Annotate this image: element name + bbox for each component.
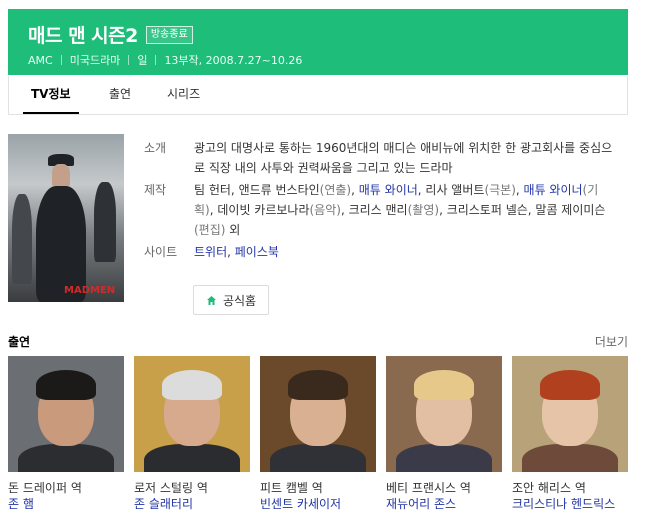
poster-face: [52, 164, 70, 186]
site-links: 트위터, 페이스북: [194, 242, 614, 262]
cast-photo[interactable]: [386, 356, 502, 472]
meta-day: 일: [137, 54, 148, 67]
credit-link[interactable]: 매튜 와이너: [359, 183, 418, 197]
poster-image[interactable]: MADMEN: [8, 134, 124, 302]
cast-photo[interactable]: [134, 356, 250, 472]
site-label: 사이트: [144, 245, 178, 259]
cast-card[interactable]: 베티 프랜시스 역 재뉴어리 존스: [386, 356, 502, 512]
cast-role: 베티 프랜시스 역: [386, 481, 471, 495]
program-header: 매드 맨 시즌2 방송종료 AMC 미국드라마 일 13부작, 2008.7.2…: [8, 9, 628, 75]
cast-role: 돈 드레이퍼 역: [8, 481, 82, 495]
credit-role: (연출): [319, 183, 352, 197]
poster-figure-bg: [12, 194, 32, 284]
program-title[interactable]: 매드 맨 시즌2: [28, 21, 138, 48]
program-meta: AMC 미국드라마 일 13부작, 2008.7.27~10.26: [28, 52, 302, 68]
cast-photo-body: [522, 444, 618, 472]
credit-role: (음악): [309, 203, 341, 217]
credit-text: , 크리스 맨리: [340, 203, 408, 217]
credit-text: , 리사 앨버트: [417, 183, 485, 197]
cast-role: 로저 스털링 역: [134, 481, 208, 495]
cast-photo[interactable]: [512, 356, 628, 472]
official-home-label: 공식홈: [222, 293, 257, 308]
credit-text: , 크리스토퍼 넬슨, 말콤 제이미슨: [439, 203, 606, 217]
cast-actor-link[interactable]: 빈센트 카세이저: [260, 496, 376, 512]
cast-role: 피트 캠벨 역: [260, 481, 323, 495]
credit-text: ,: [515, 183, 524, 197]
credit-text: , 데이빗 카르보나라: [209, 203, 310, 217]
credits-text: 팀 헌터, 앤드류 번스타인(연출), 매튜 와이너, 리사 앨버트(극본), …: [194, 180, 614, 240]
cast-card[interactable]: 조안 해리스 역 크리스티나 헨드릭스: [512, 356, 628, 512]
summary-text: 광고의 대명사로 통하는 1960년대의 매디슨 애비뉴에 위치한 한 광고회사…: [194, 141, 613, 175]
poster-figure-bg: [94, 182, 116, 262]
credit-link[interactable]: 매튜 와이너: [524, 183, 583, 197]
cast-actor-link[interactable]: 크리스티나 헨드릭스: [512, 496, 628, 512]
credits-label: 제작: [144, 183, 167, 197]
tab-bar: TV정보 출연 시리즈: [8, 76, 628, 115]
cast-actor-link[interactable]: 재뉴어리 존스: [386, 496, 502, 512]
tab-series[interactable]: 시리즈: [167, 76, 200, 113]
credit-role: (편집): [194, 223, 226, 237]
cast-photo-hair: [288, 370, 348, 400]
meta-genre: 미국드라마: [69, 54, 121, 67]
program-info: 소개 광고의 대명사로 통하는 1960년대의 매디슨 애비뉴에 위치한 한 광…: [144, 138, 614, 264]
cast-photo-hair: [540, 370, 600, 400]
meta-divider: [155, 55, 157, 65]
cast-photo[interactable]: [260, 356, 376, 472]
more-link[interactable]: 더보기: [595, 333, 628, 350]
cast-card[interactable]: 로저 스털링 역존 슬래터리: [134, 356, 250, 512]
cast-photo-hair: [36, 370, 96, 400]
cast-photo-body: [18, 444, 114, 472]
meta-channel: AMC: [28, 53, 53, 67]
tab-tv-info[interactable]: TV정보: [23, 76, 79, 114]
cast-photo-hair: [162, 370, 222, 400]
credit-role: (극본): [484, 183, 516, 197]
official-home-button[interactable]: 공식홈: [193, 285, 269, 315]
meta-episodes: 13부작, 2008.7.27~10.26: [164, 54, 303, 67]
meta-divider: [128, 55, 130, 65]
summary-label: 소개: [144, 141, 167, 155]
status-badge: 방송종료: [145, 25, 193, 44]
cast-photo-body: [144, 444, 240, 472]
cast-actor-link[interactable]: 존 햄: [8, 496, 124, 512]
credits-row: 제작 팀 헌터, 앤드류 번스타인(연출), 매튜 와이너, 리사 앨버트(극본…: [144, 180, 614, 240]
summary-row: 소개 광고의 대명사로 통하는 1960년대의 매디슨 애비뉴에 위치한 한 광…: [144, 138, 614, 178]
title-row: 매드 맨 시즌2 방송종료: [28, 21, 193, 48]
site-link-facebook[interactable]: 페이스북: [235, 245, 279, 259]
credit-role: (촬영): [407, 203, 440, 217]
cast-photo-body: [396, 444, 492, 472]
cast-photo-body: [270, 444, 366, 472]
cast-role: 조안 해리스 역: [512, 481, 586, 495]
home-icon: [206, 295, 216, 305]
site-link-twitter[interactable]: 트위터: [194, 245, 227, 259]
site-row: 사이트 트위터, 페이스북: [144, 242, 614, 262]
poster-logo: MADMEN: [64, 285, 116, 296]
credit-text: ,: [351, 183, 359, 197]
credit-text: 팀 헌터, 앤드류 번스타인: [194, 183, 320, 197]
meta-divider: [60, 55, 62, 65]
credit-text: 외: [225, 223, 241, 237]
site-separator: ,: [227, 245, 235, 259]
cast-section-title: 출연: [8, 335, 31, 349]
tab-cast[interactable]: 출연: [109, 76, 131, 113]
cast-photo-hair: [414, 370, 474, 400]
cast-actor-link[interactable]: 존 슬래터리: [134, 496, 250, 512]
cast-card[interactable]: 피트 캠벨 역 빈센트 카세이저: [260, 356, 376, 512]
cast-photo[interactable]: [8, 356, 124, 472]
cast-card[interactable]: 돈 드레이퍼 역존 햄: [8, 356, 124, 512]
